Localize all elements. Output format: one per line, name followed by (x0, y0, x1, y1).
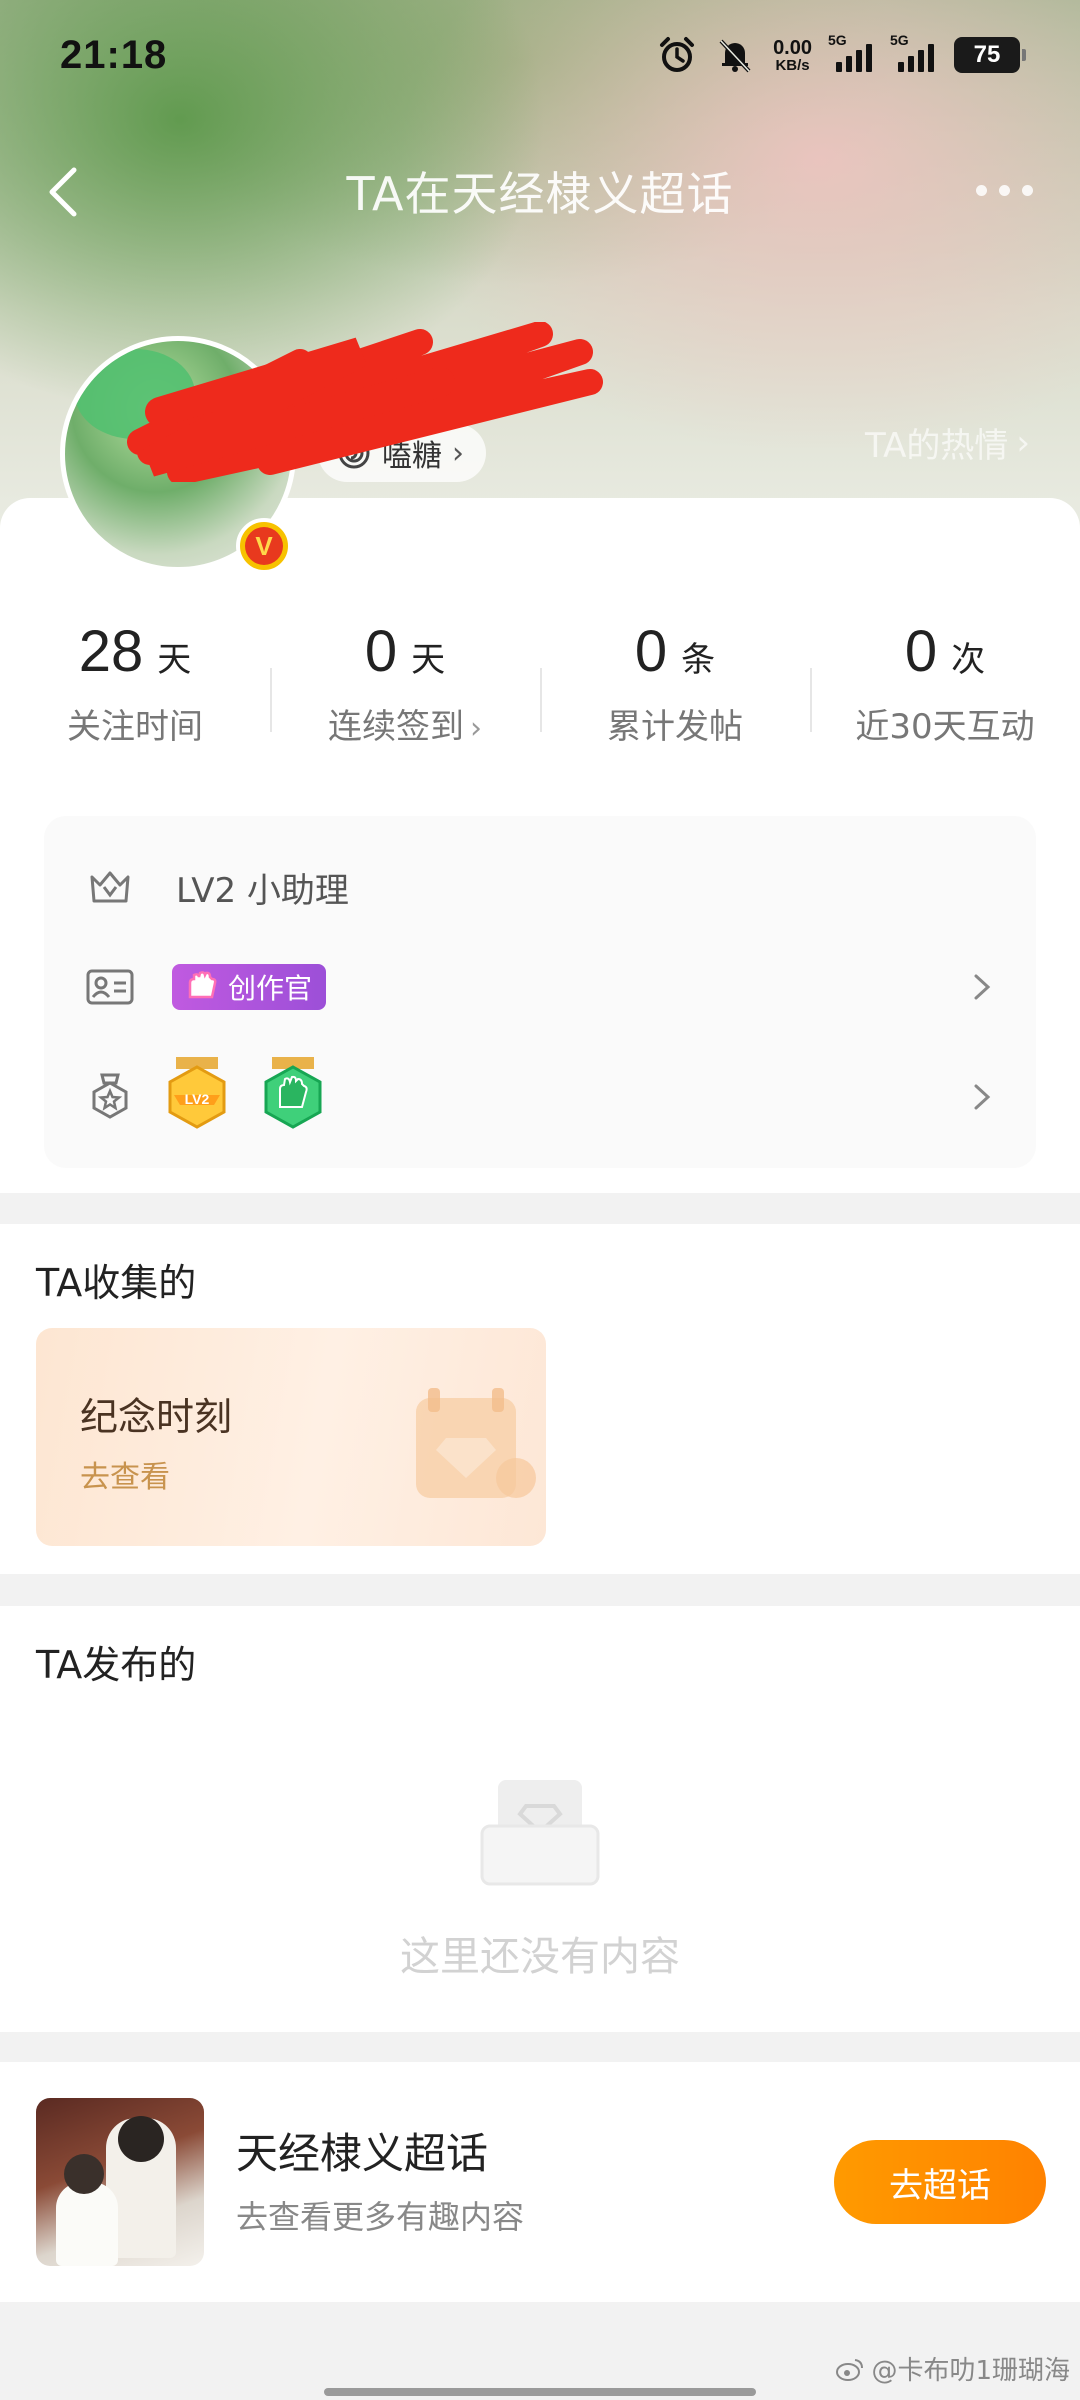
empty-state-text: 这里还没有内容 (400, 1934, 680, 1980)
creator-hand-icon (188, 971, 217, 999)
stat-total-posts: 0条 累计发帖 (540, 618, 810, 758)
chevron-right-icon (974, 974, 991, 1000)
status-bar: 21:18 0.00 KB/s 5G 5G 75 (0, 0, 1080, 110)
stat-checkin-streak[interactable]: 0天 连续签到 › (270, 618, 540, 758)
svg-text:LV2: LV2 (185, 1091, 210, 1107)
more-options-icon[interactable] (964, 170, 1044, 210)
ta-activity-link[interactable]: TA的热情 › (865, 418, 1030, 467)
stat-follow-days: 28 天 关注时间 (67, 619, 203, 747)
medals-row[interactable]: LV2 (44, 1042, 1036, 1152)
redaction-scribble (127, 322, 603, 482)
identity-row[interactable]: 创作官 (44, 942, 1036, 1032)
level-row: LV2 小助理 (44, 842, 1036, 932)
empty-box-icon (480, 1780, 600, 1886)
medal-green-hand-icon (264, 1057, 322, 1129)
chevron-right-icon: › (470, 711, 482, 746)
status-icons: 0.00 KB/s 5G 5G 75 (657, 32, 1026, 75)
id-card-icon (86, 969, 134, 1005)
watermark: @卡布叻1珊瑚海 (835, 2350, 1070, 2387)
medal-lv2-gold-icon: LV2 (168, 1057, 226, 1129)
super-topic-bar[interactable]: 天经棣义超话 去查看更多有趣内容 去超话 (0, 2062, 1080, 2302)
mute-bell-icon (719, 39, 751, 73)
weibo-logo-icon (836, 2358, 864, 2381)
calendar-gem-icon (416, 1388, 536, 1498)
stat-recent-interactions: 0次 近30天互动 (810, 618, 1080, 758)
network-speed: 0.00 KB/s (773, 36, 812, 74)
home-indicator[interactable] (324, 2388, 756, 2396)
level-label: LV2 小助理 (176, 870, 349, 911)
chevron-right-icon: › (1016, 422, 1030, 463)
verified-badge: V (236, 518, 292, 574)
profile-card: 28 天 关注时间 0天 连续签到 › 0条 累计发帖 0次 近30天互动 LV2 … (0, 498, 1080, 1193)
creator-badge: 创作官 (172, 964, 327, 1010)
go-super-topic-button[interactable]: 去超话 (834, 2140, 1046, 2224)
collected-section: TA收集的 纪念时刻 去查看 (0, 1224, 1080, 1574)
crown-level-icon (90, 871, 130, 903)
section-title: TA收集的 (36, 1261, 197, 1305)
topic-name: 天经棣义超话 (236, 2129, 489, 2178)
topic-thumbnail (36, 2098, 204, 2266)
status-time: 21:18 (60, 32, 168, 77)
memory-moments-card[interactable]: 纪念时刻 去查看 (36, 1328, 546, 1546)
posted-section: TA发布的 这里还没有内容 (0, 1606, 1080, 2032)
section-title: TA发布的 (36, 1643, 197, 1687)
topic-subtitle: 去查看更多有趣内容 (236, 2198, 525, 2236)
signal-strength-2: 5G (890, 32, 936, 72)
page-title: TA在天经棣义超话 (346, 167, 734, 221)
stats-row: 28 天 关注时间 0天 连续签到 › 0条 累计发帖 0次 近30天互动 (0, 618, 1080, 758)
signal-strength-1: 5G (828, 32, 874, 72)
alarm-icon (660, 37, 695, 72)
chevron-right-icon (974, 1084, 991, 1110)
member-info-card: LV2 小助理 创作官 LV2 (44, 816, 1036, 1168)
top-navigation: TA在天经棣义超话 (0, 140, 1080, 240)
battery-indicator: 75 (954, 37, 1026, 73)
medal-outline-icon (92, 1073, 128, 1119)
